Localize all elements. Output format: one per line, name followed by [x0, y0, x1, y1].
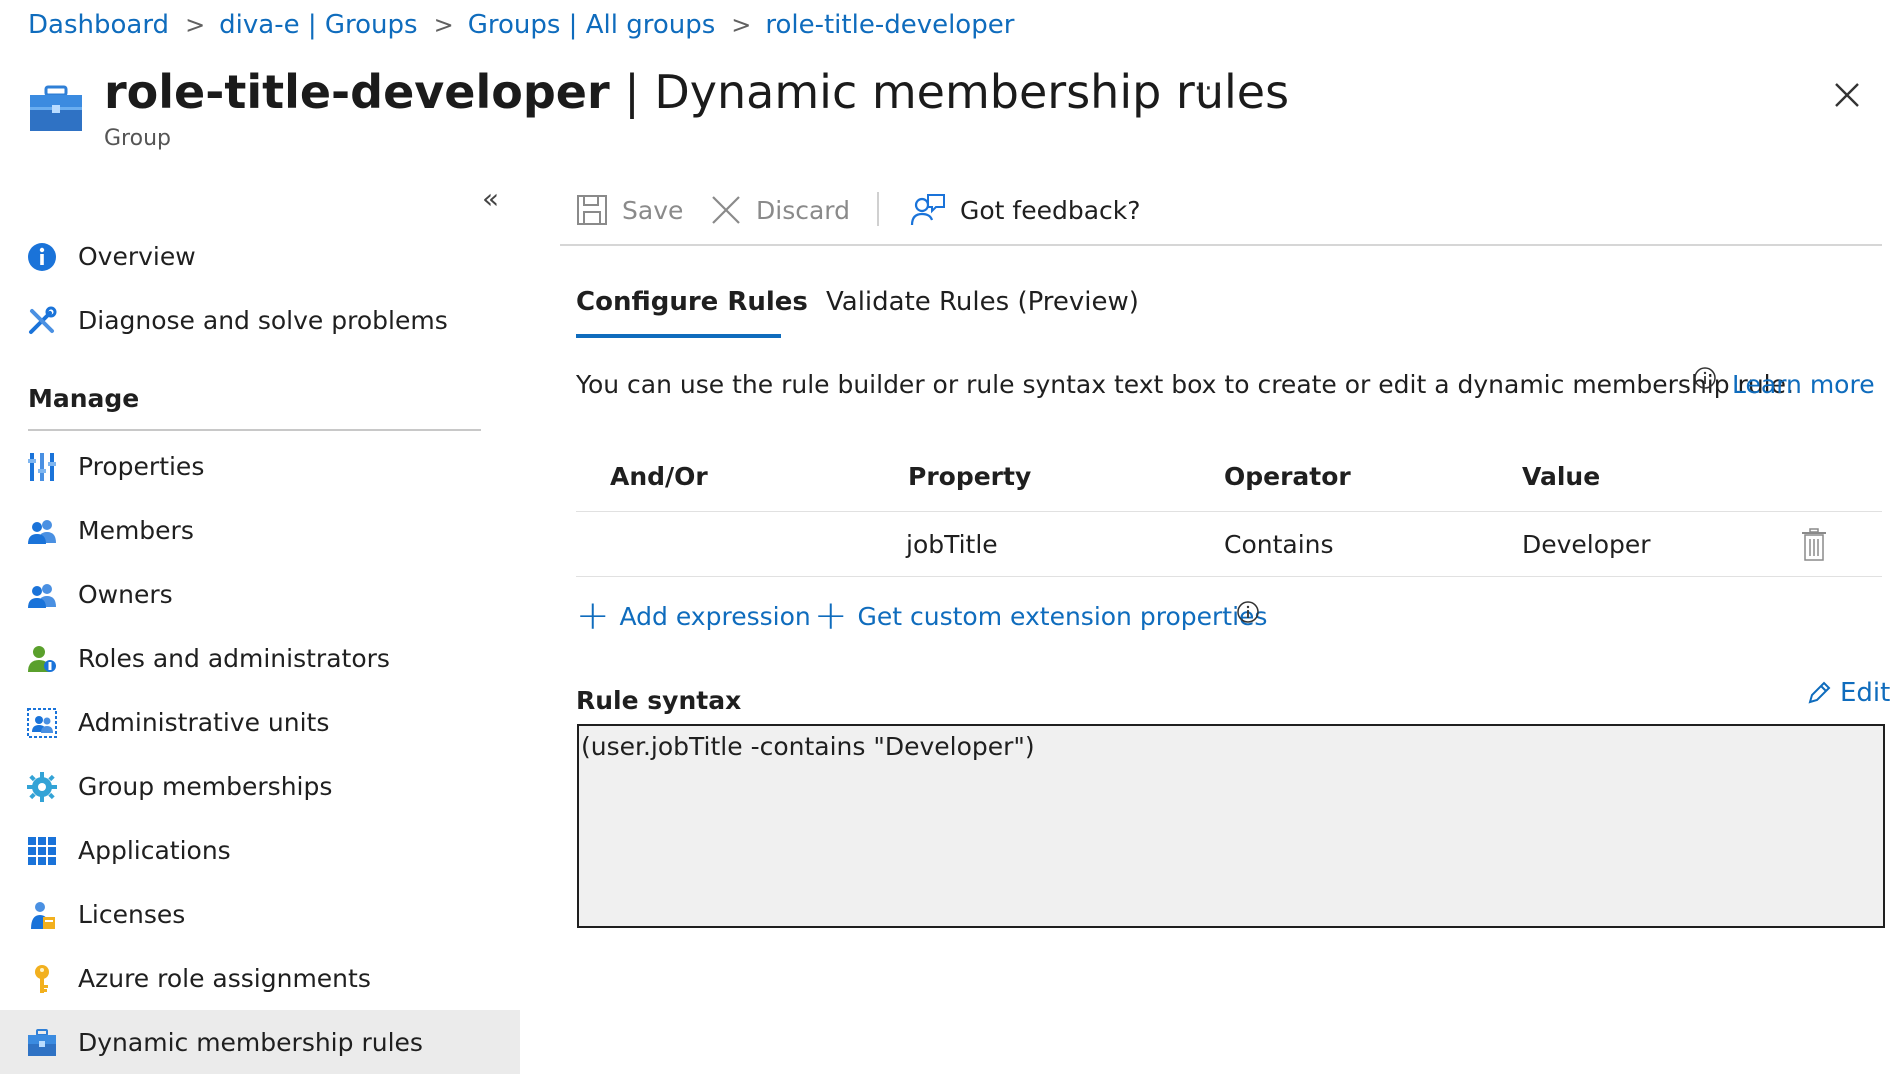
pencil-icon: [1808, 681, 1831, 704]
sidebar-item-azure-role-assignments[interactable]: Azure role assignments: [0, 946, 520, 1010]
divider: [560, 244, 1882, 246]
sidebar-item-label: Overview: [78, 241, 196, 271]
breadcrumb: Dashboard > diva-e | Groups > Groups | A…: [28, 8, 1014, 42]
cell-value[interactable]: Developer: [1522, 530, 1651, 559]
gear-icon: [27, 772, 57, 802]
column-header-property: Property: [908, 462, 1032, 491]
column-header-and-or: And/Or: [610, 462, 708, 491]
sidebar-item-admin-units[interactable]: Administrative units: [0, 690, 520, 754]
save-icon: [577, 195, 607, 225]
chevron-right-icon: >: [185, 11, 206, 39]
learn-more-link[interactable]: Learn more: [1732, 370, 1875, 399]
toolbox-icon: [30, 85, 82, 131]
tab-configure-rules[interactable]: Configure Rules: [576, 287, 808, 317]
plus-icon: +: [814, 593, 848, 639]
chevron-right-icon: >: [433, 11, 454, 39]
edit-button[interactable]: Edit: [1806, 678, 1890, 708]
sidebar-item-label: Owners: [78, 579, 173, 609]
sidebar-item-label: Administrative units: [78, 707, 330, 737]
get-custom-extension-properties-button[interactable]: + Get custom extension properties: [814, 593, 1268, 639]
members-icon: [28, 520, 56, 544]
discard-icon: [712, 196, 740, 224]
sidebar-item-group-memberships[interactable]: Group memberships: [0, 754, 520, 818]
sidebar-item-label: Diagnose and solve problems: [78, 305, 448, 335]
sidebar-item-roles[interactable]: Roles and administrators: [0, 626, 520, 690]
breadcrumb-current-group[interactable]: role-title-developer: [765, 10, 1014, 40]
add-expression-button[interactable]: + Add expression: [576, 593, 811, 639]
page-title-section: | Dynamic membership rules: [609, 65, 1290, 119]
divider: [28, 429, 481, 431]
info-icon[interactable]: [1236, 600, 1260, 624]
breadcrumb-dashboard[interactable]: Dashboard: [28, 10, 169, 40]
info-icon: [28, 243, 56, 271]
info-icon[interactable]: [1693, 366, 1717, 390]
toolbar-separator: [877, 192, 879, 226]
sidebar-item-label: Members: [78, 515, 194, 545]
discard-label: Discard: [756, 195, 850, 225]
sidebar-item-label: Licenses: [78, 899, 186, 929]
sidebar-item-label: Dynamic membership rules: [78, 1027, 423, 1057]
column-header-operator: Operator: [1224, 462, 1351, 491]
sidebar-item-members[interactable]: Members: [0, 498, 520, 562]
active-tab-indicator: [576, 334, 781, 338]
admin-units-icon: [27, 708, 57, 738]
more-button[interactable]: ···: [1194, 74, 1225, 104]
owners-icon: [28, 584, 56, 608]
page-subtitle: Group: [104, 126, 171, 151]
sidebar-item-licenses[interactable]: Licenses: [0, 882, 520, 946]
wrench-icon: [29, 306, 57, 334]
key-icon: [35, 965, 49, 993]
manage-heading: Manage: [28, 384, 140, 413]
sidebar-item-diagnose[interactable]: Diagnose and solve problems: [0, 288, 520, 352]
plus-icon: +: [576, 593, 610, 639]
properties-icon: [28, 453, 56, 481]
sidebar-item-overview[interactable]: Overview: [0, 224, 520, 288]
edit-label: Edit: [1840, 678, 1891, 708]
cell-operator[interactable]: Contains: [1224, 530, 1334, 559]
page-title: role-title-developer | Dynamic membershi…: [104, 62, 1289, 122]
rule-syntax-label: Rule syntax: [576, 686, 742, 715]
save-label: Save: [622, 195, 684, 225]
collapse-sidebar-button[interactable]: «: [482, 182, 499, 215]
toolbox-icon: [28, 1029, 56, 1056]
close-icon[interactable]: [1830, 78, 1864, 112]
sidebar-item-applications[interactable]: Applications: [0, 818, 520, 882]
feedback-label: Got feedback?: [960, 195, 1141, 225]
breadcrumb-groups[interactable]: diva-e | Groups: [219, 10, 417, 40]
description-text: You can use the rule builder or rule syn…: [576, 370, 1794, 399]
add-expression-label: Add expression: [619, 601, 811, 631]
roles-icon: [28, 646, 56, 672]
sidebar-item-label: Roles and administrators: [78, 643, 390, 673]
trash-icon[interactable]: [1800, 528, 1828, 562]
chevron-right-icon: >: [731, 11, 752, 39]
sidebar-item-owners[interactable]: Owners: [0, 562, 520, 626]
sidebar-item-properties[interactable]: Properties: [0, 434, 520, 498]
feedback-icon: [910, 194, 945, 226]
sidebar-item-label: Group memberships: [78, 771, 333, 801]
column-header-value: Value: [1522, 462, 1601, 491]
rule-syntax-textbox[interactable]: (user.jobTitle -contains "Developer"): [577, 724, 1885, 928]
page-title-group: role-title-developer: [104, 65, 610, 119]
sidebar-item-label: Applications: [78, 835, 231, 865]
save-button[interactable]: Save: [576, 190, 683, 230]
feedback-button[interactable]: Got feedback?: [910, 190, 1141, 230]
sidebar-item-label: Properties: [78, 451, 205, 481]
table-row-divider: [576, 511, 1882, 512]
grid-icon: [28, 837, 56, 865]
breadcrumb-all-groups[interactable]: Groups | All groups: [468, 10, 716, 40]
tab-validate-rules[interactable]: Validate Rules (Preview): [826, 287, 1139, 317]
discard-button[interactable]: Discard: [710, 190, 850, 230]
sidebar-item-label: Azure role assignments: [78, 963, 371, 993]
license-icon: [31, 902, 55, 929]
cell-property[interactable]: jobTitle: [906, 530, 998, 559]
custom-extension-label: Get custom extension properties: [857, 601, 1268, 631]
table-row-divider: [576, 576, 1882, 577]
sidebar-item-dynamic-membership-rules[interactable]: Dynamic membership rules: [0, 1010, 520, 1074]
